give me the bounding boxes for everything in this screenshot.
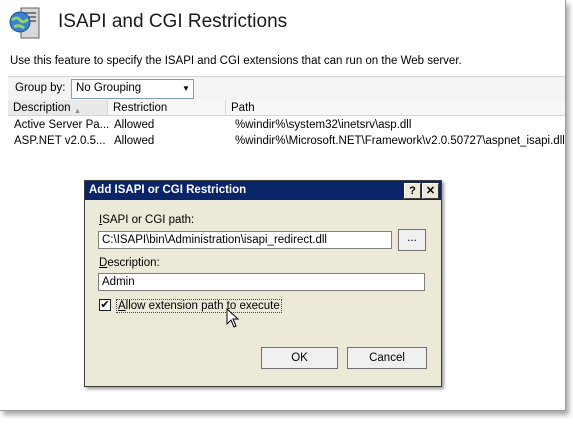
- description-label-text: escription:: [107, 257, 160, 269]
- row-restriction: Allowed: [114, 135, 155, 147]
- iis-manager-page: ISAPI and CGI Restrictions Use this feat…: [0, 0, 566, 411]
- group-by-label: Group by:: [15, 82, 66, 94]
- row-description: ASP.NET v2.0.5...: [14, 135, 106, 147]
- group-by-bar: Group by: No Grouping ▼: [8, 76, 565, 102]
- dialog-title-bar[interactable]: Add ISAPI or CGI Restriction ? ✕: [85, 181, 441, 200]
- cancel-button[interactable]: Cancel: [347, 347, 427, 369]
- add-restriction-dialog: Add ISAPI or CGI Restriction ? ✕ ISAPI o…: [84, 180, 442, 387]
- checkmark-icon: ✔: [100, 299, 110, 311]
- isapi-path-label: ISAPI or CGI path:: [99, 214, 194, 226]
- row-path: %windir%\Microsoft.NET\Framework\v2.0.50…: [235, 135, 565, 147]
- row-path: %windir%\system32\inetsrv\asp.dll: [235, 119, 412, 131]
- page-title: ISAPI and CGI Restrictions: [58, 11, 288, 32]
- description-label: Description:: [99, 257, 160, 269]
- table-row[interactable]: ASP.NET v2.0.5... Allowed %windir%\Micro…: [8, 134, 565, 150]
- column-header-label: Path: [231, 102, 255, 114]
- group-by-select[interactable]: No Grouping ▼: [71, 79, 194, 99]
- isapi-cgi-feature-icon: [8, 6, 42, 42]
- column-header-label: Description: [13, 102, 71, 114]
- column-header-restriction[interactable]: Restriction: [108, 100, 226, 116]
- group-by-value: No Grouping: [76, 82, 142, 94]
- column-header-label: Restriction: [113, 102, 168, 114]
- row-restriction: Allowed: [114, 119, 155, 131]
- ok-button[interactable]: OK: [261, 347, 338, 369]
- row-description: Active Server Pa...: [14, 119, 110, 131]
- allow-execute-label-text: llow extension path to execute: [125, 300, 280, 312]
- table-row[interactable]: Active Server Pa... Allowed %windir%\sys…: [8, 118, 565, 134]
- isapi-path-input[interactable]: C:\ISAPI\bin\Administration\isapi_redire…: [98, 231, 392, 249]
- column-header-description[interactable]: Description ▲: [8, 100, 108, 116]
- close-button[interactable]: ✕: [422, 183, 439, 199]
- mouse-pointer-icon: [226, 308, 240, 328]
- column-header-path[interactable]: Path: [226, 100, 565, 116]
- browse-button[interactable]: ...: [398, 229, 426, 251]
- isapi-path-label-text: SAPI or CGI path:: [102, 214, 195, 226]
- page-description: Use this feature to specify the ISAPI an…: [10, 55, 462, 67]
- help-button[interactable]: ?: [404, 183, 421, 199]
- allow-execute-checkbox[interactable]: ✔: [99, 299, 111, 311]
- chevron-down-icon[interactable]: ▼: [179, 80, 193, 98]
- description-input[interactable]: Admin: [98, 273, 425, 291]
- allow-execute-label-mnemonic: A: [118, 300, 126, 312]
- dialog-title: Add ISAPI or CGI Restriction: [89, 184, 247, 196]
- allow-execute-label[interactable]: Allow extension path to execute: [116, 299, 282, 313]
- page-header: ISAPI and CGI Restrictions: [0, 0, 565, 46]
